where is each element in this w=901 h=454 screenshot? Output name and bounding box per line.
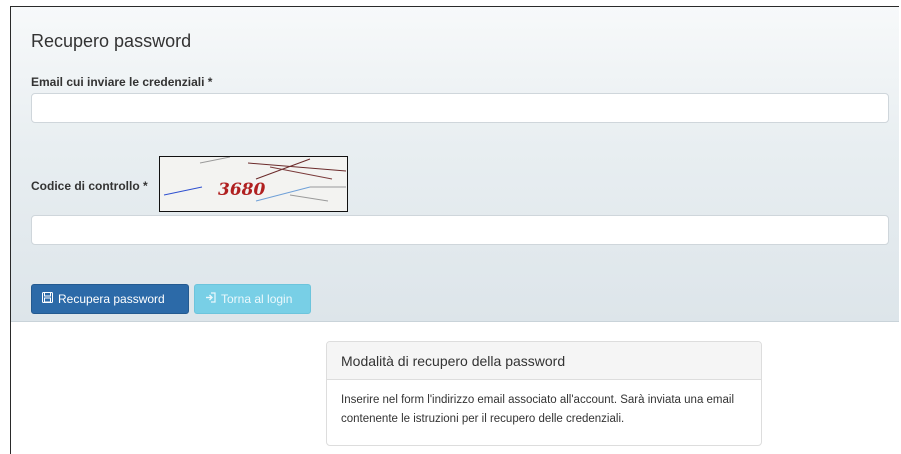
floppy-disk-icon [42,292,53,306]
sign-in-icon [205,292,216,306]
captcha-text: 3680 [218,180,265,200]
captcha-graphic: 3680 [160,156,347,211]
email-field[interactable] [31,93,889,123]
email-label: Email cui inviare le credenziali * [31,75,213,89]
info-panel-heading: Modalità di recupero della password [327,342,761,380]
captcha-image: 3680 [159,156,348,212]
info-panel-body: Inserire nel form l'indirizzo email asso… [341,394,735,425]
recover-password-button[interactable]: Recupera password [31,284,189,314]
captcha-field[interactable] [31,215,889,245]
recovery-form-panel: Recupero password Email cui inviare le c… [11,7,899,322]
captcha-label: Codice di controllo * [31,179,148,193]
back-to-login-button[interactable]: Torna al login [194,284,311,314]
page-title: Recupero password [31,31,192,51]
recover-password-label: Recupera password [58,292,165,306]
page-frame: Recupero password Email cui inviare le c… [10,6,899,454]
recovery-info-panel: Modalità di recupero della password Inse… [326,341,762,446]
back-to-login-label: Torna al login [221,292,293,306]
